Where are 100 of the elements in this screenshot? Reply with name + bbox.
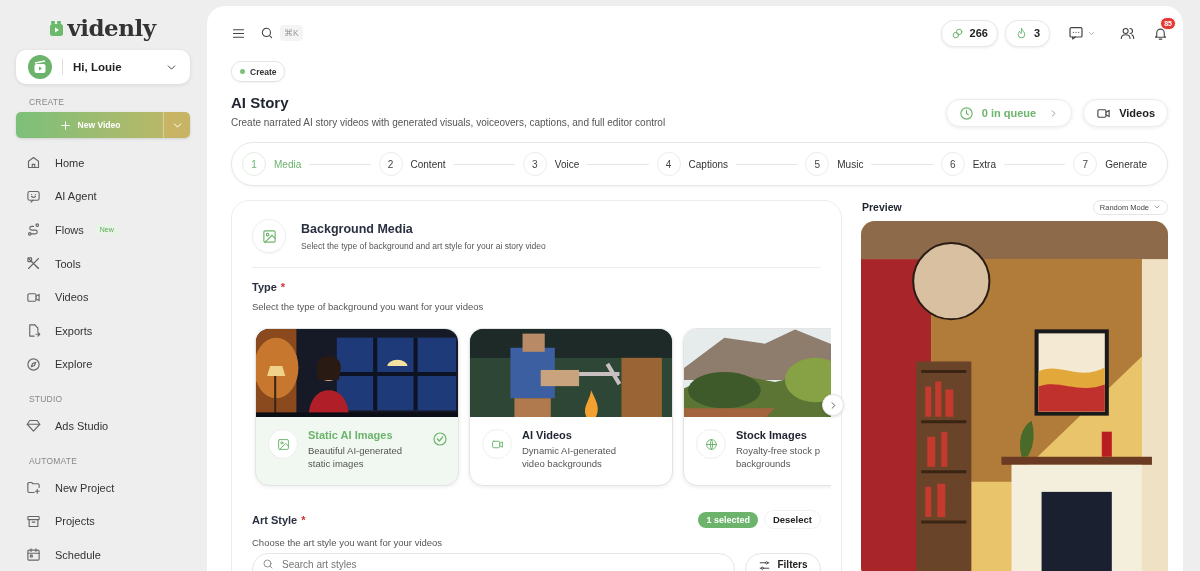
- nav-label: Videos: [55, 291, 89, 304]
- folder-plus-icon: [26, 480, 41, 496]
- logo-text: videnly: [67, 15, 156, 41]
- file-icon: [26, 323, 41, 339]
- notifications-button[interactable]: [1153, 25, 1168, 41]
- required-mark: *: [301, 513, 306, 526]
- step-label: Extra: [972, 158, 996, 170]
- diamond-icon: [26, 418, 41, 434]
- calendar-icon: [26, 547, 41, 563]
- globe-icon: [704, 437, 718, 451]
- step-tab[interactable]: 5 Music: [805, 152, 864, 176]
- nav-label: AI Agent: [55, 190, 97, 203]
- field-hint: Choose the art style you want for your videos: [252, 537, 444, 548]
- image-icon: [261, 228, 277, 244]
- nav-label: Exports: [55, 324, 93, 337]
- card-title: AI Videos: [522, 429, 573, 441]
- nav-item[interactable]: New Project: [16, 470, 190, 505]
- step-tab[interactable]: 6 Extra: [940, 152, 996, 176]
- search-icon: [262, 558, 274, 570]
- nav-label: Flows: [55, 224, 84, 236]
- user-menu[interactable]: Hi, Louie: [16, 50, 190, 84]
- step-label: Captions: [688, 158, 728, 170]
- home-icon: [26, 155, 41, 171]
- step-tab[interactable]: 3 Voice: [522, 152, 580, 176]
- card-description: Dynamic AI-generated video backgrounds: [522, 444, 617, 470]
- bell-icon: [1153, 25, 1168, 41]
- sliders-icon: [758, 559, 772, 571]
- nav-item[interactable]: Projects: [16, 504, 190, 538]
- field-label: Type: [252, 281, 277, 293]
- chat-icon: [26, 188, 41, 204]
- create-chip: Create: [231, 61, 286, 82]
- step-label: Generate: [1105, 158, 1147, 170]
- users-button[interactable]: [1120, 25, 1135, 41]
- required-mark: *: [280, 281, 286, 293]
- search-button[interactable]: [260, 26, 274, 40]
- section-title: Background Media: [301, 222, 414, 236]
- nav-item[interactable]: Schedule: [16, 537, 190, 571]
- check-circle-icon: [432, 431, 448, 447]
- type-card[interactable]: Static AI Images Beautiful AI-generated static images: [255, 328, 459, 486]
- clock-icon: [958, 105, 974, 121]
- preview-title: Preview: [862, 201, 902, 213]
- nav-item[interactable]: Ads Studio: [16, 409, 190, 443]
- section-subtitle: Select the type of background and art style for your ai story video: [301, 241, 546, 251]
- card-title: Static AI Images: [308, 429, 394, 441]
- page-title: AI Story: [231, 94, 290, 111]
- avatar-icon: [28, 55, 52, 79]
- logo-icon: [50, 20, 64, 36]
- next-button[interactable]: [822, 394, 844, 416]
- type-card[interactable]: AI Videos Dynamic AI-generated video backgrounds: [469, 328, 673, 486]
- step-tab[interactable]: 7 Generate: [1073, 152, 1147, 176]
- message-icon: [1068, 25, 1084, 41]
- nav-label: Tools: [55, 257, 81, 270]
- nav-item[interactable]: Explore: [16, 347, 190, 382]
- card-description: Royalty-free stock p backgrounds: [736, 444, 821, 470]
- tools-icon: [26, 256, 41, 272]
- nav-item[interactable]: Tools: [16, 246, 190, 281]
- nav-label: Schedule: [55, 548, 101, 561]
- messages-button[interactable]: [1068, 25, 1096, 41]
- nav-item[interactable]: Home: [16, 146, 190, 180]
- route-icon: [26, 222, 41, 238]
- nav-item[interactable]: Exports: [16, 313, 190, 348]
- card-description: Beautiful AI-generated static images: [308, 444, 403, 470]
- chevron-down-icon: [1153, 203, 1161, 211]
- nav-label: Projects: [55, 515, 95, 528]
- section-heading: STUDIO: [29, 394, 64, 405]
- shortcut-hint: ⌘K: [280, 25, 303, 41]
- section-heading: CREATE: [29, 97, 66, 107]
- type-card[interactable]: Stock Images Royalty-free stock p backgrounds: [683, 328, 831, 486]
- search-field[interactable]: Search art styles: [252, 553, 735, 571]
- card-title: Stock Images: [736, 429, 808, 441]
- image-icon: [276, 437, 290, 451]
- step-label: Media: [274, 158, 302, 170]
- credits-counter[interactable]: 266: [940, 19, 998, 47]
- step-label: Music: [837, 158, 864, 170]
- streak-counter[interactable]: 3: [1004, 19, 1050, 47]
- nav-item[interactable]: AI Agent: [16, 179, 190, 214]
- videos-button[interactable]: Videos: [1083, 99, 1168, 127]
- users-icon: [1120, 25, 1135, 41]
- page-subtitle: Create narrated AI story videos with generated visuals, voiceovers, captions, and full editor control: [231, 117, 667, 128]
- search-icon: [260, 26, 274, 40]
- field-label: Art Style: [252, 513, 298, 526]
- archive-icon: [26, 513, 41, 529]
- step-label: Content: [410, 158, 446, 170]
- nav-label: Home: [55, 156, 85, 169]
- compass-icon: [26, 356, 41, 372]
- step-tab[interactable]: 4 Captions: [656, 152, 728, 176]
- nav-label: Explore: [55, 358, 93, 371]
- nav-label: New Project: [55, 481, 115, 494]
- coins-icon: [950, 26, 964, 40]
- deselect-button[interactable]: Deselect: [763, 510, 821, 529]
- plus-icon: [58, 118, 72, 132]
- nav-item[interactable]: Videos: [16, 280, 190, 314]
- step-label: Voice: [554, 158, 580, 170]
- field-hint: Select the type of background you want for your videos: [252, 301, 485, 312]
- step-tab[interactable]: 2 Content: [378, 152, 446, 176]
- section-heading: AUTOMATE: [29, 455, 79, 466]
- filters-button[interactable]: Filters: [745, 553, 821, 571]
- user-name: Hi, Louie: [73, 61, 123, 73]
- selected-count-badge: 1 selected: [698, 511, 758, 528]
- nav-label: Ads Studio: [55, 419, 109, 432]
